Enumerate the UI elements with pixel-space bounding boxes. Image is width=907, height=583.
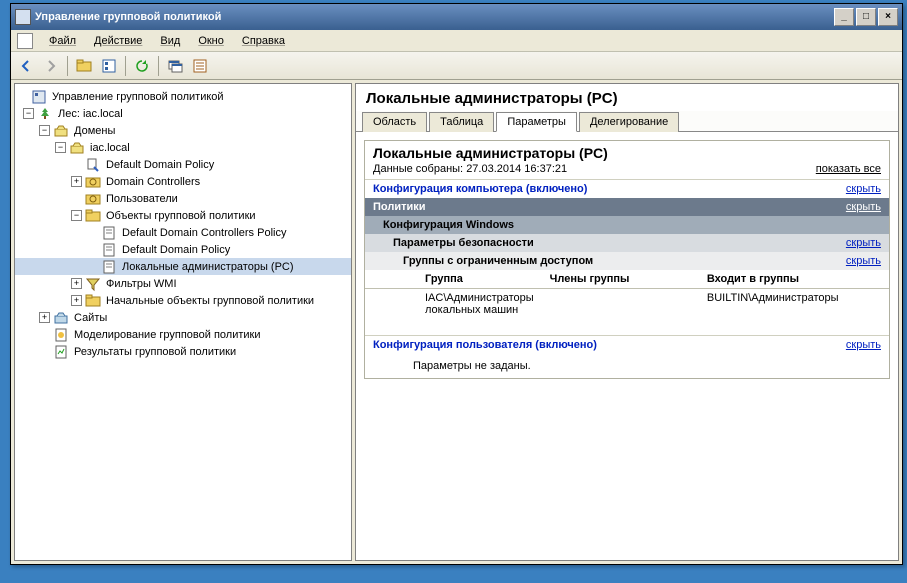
back-button[interactable] — [15, 55, 37, 77]
groups-table: Группа Члены группы Входит в группы IAC\… — [365, 270, 889, 319]
hide-link[interactable]: скрыть — [846, 237, 881, 249]
hide-link[interactable]: скрыть — [846, 183, 881, 195]
close-button[interactable]: × — [878, 8, 898, 26]
tree-ddcp[interactable]: Default Domain Controllers Policy — [15, 224, 351, 241]
main-window: Управление групповой политикой _ □ × Фай… — [10, 3, 903, 565]
hide-link[interactable]: скрыть — [846, 201, 881, 213]
no-params: Параметры не заданы. — [365, 354, 889, 378]
detail-body: Локальные администраторы (PC) Данные соб… — [356, 132, 898, 560]
show-all-link[interactable]: показать все — [816, 163, 881, 175]
expander-icon[interactable]: + — [71, 295, 82, 306]
tab-scope[interactable]: Область — [362, 112, 427, 132]
properties-button[interactable] — [98, 55, 120, 77]
table-row: IAC\Администраторы локальных машин BUILT… — [365, 289, 889, 320]
tree-domains[interactable]: − Домены — [15, 122, 351, 139]
collected-label: Данные собраны: 27.03.2014 16:37:21 — [373, 163, 567, 175]
window-button[interactable] — [164, 55, 186, 77]
properties-icon — [101, 58, 117, 74]
tree-gpo[interactable]: − Объекты групповой политики — [15, 207, 351, 224]
folder-icon — [85, 293, 101, 309]
tree-wmi[interactable]: + Фильтры WMI — [15, 275, 351, 292]
tree-domain[interactable]: − iac.local — [15, 139, 351, 156]
expander-icon[interactable]: − — [23, 108, 34, 119]
window-title: Управление групповой политикой — [35, 11, 834, 23]
tree-ddp2[interactable]: Default Domain Policy — [15, 241, 351, 258]
minimize-button[interactable]: _ — [834, 8, 854, 26]
col-members: Члены группы — [542, 270, 699, 289]
comp-config-band[interactable]: Конфигурация компьютера (включено) скрыт… — [365, 179, 889, 198]
expander-icon[interactable]: + — [71, 176, 82, 187]
gpo-icon — [101, 225, 117, 241]
toolbar — [11, 52, 902, 80]
folder-icon — [76, 58, 92, 74]
results-icon — [53, 344, 69, 360]
tree-results[interactable]: Результаты групповой политики — [15, 343, 351, 360]
ou-icon — [85, 191, 101, 207]
secparams-band[interactable]: Параметры безопасности скрыть — [365, 234, 889, 252]
gpmc-icon — [31, 89, 47, 105]
folder-button[interactable] — [73, 55, 95, 77]
detail-panel: Локальные администраторы (PC) Область Та… — [355, 83, 899, 561]
tree-starter[interactable]: + Начальные объекты групповой политики — [15, 292, 351, 309]
section-title: Локальные администраторы (PC) — [365, 141, 889, 163]
tree-panel[interactable]: Управление групповой политикой − Лес: ia… — [14, 83, 352, 561]
arrow-right-icon — [43, 58, 59, 74]
tab-table[interactable]: Таблица — [429, 112, 494, 132]
sites-icon — [53, 310, 69, 326]
expander-icon[interactable]: + — [71, 278, 82, 289]
tree-root[interactable]: Управление групповой политикой — [15, 88, 351, 105]
tab-params[interactable]: Параметры — [496, 112, 577, 132]
expander-icon[interactable]: − — [39, 125, 50, 136]
restricted-band[interactable]: Группы с ограниченным доступом скрыть — [365, 252, 889, 270]
forest-icon — [37, 106, 53, 122]
expander-icon[interactable]: + — [39, 312, 50, 323]
menu-action[interactable]: Действие — [86, 33, 150, 49]
menu-view[interactable]: Вид — [152, 33, 188, 49]
domain-icon — [69, 140, 85, 156]
tree-dc[interactable]: + Domain Controllers — [15, 173, 351, 190]
app-icon — [15, 9, 31, 25]
menu-window[interactable]: Окно — [190, 33, 232, 49]
expander-icon[interactable]: − — [71, 210, 82, 221]
refresh-button[interactable] — [131, 55, 153, 77]
col-memberof: Входит в группы — [699, 270, 889, 289]
gpo-icon — [101, 242, 117, 258]
forward-button[interactable] — [40, 55, 62, 77]
menu-file[interactable]: Файл — [41, 33, 84, 49]
tab-bar: Область Таблица Параметры Делегирование — [356, 111, 898, 132]
expander-icon[interactable]: − — [55, 142, 66, 153]
tree-modeling[interactable]: Моделирование групповой политики — [15, 326, 351, 343]
folder-open-icon — [85, 208, 101, 224]
tree-users[interactable]: Пользователи — [15, 190, 351, 207]
gpo-icon — [101, 259, 117, 275]
hide-link[interactable]: скрыть — [846, 255, 881, 267]
domains-icon — [53, 123, 69, 139]
gpo-link-icon — [85, 157, 101, 173]
user-config-band[interactable]: Конфигурация пользователя (включено) скр… — [365, 335, 889, 354]
mmc-icon — [17, 33, 33, 49]
arrow-left-icon — [18, 58, 34, 74]
hide-link[interactable]: скрыть — [846, 339, 881, 351]
modeling-icon — [53, 327, 69, 343]
tab-delegation[interactable]: Делегирование — [579, 112, 679, 132]
policies-band[interactable]: Политики скрыть — [365, 198, 889, 216]
window-icon — [167, 58, 183, 74]
restore-button[interactable]: □ — [856, 8, 876, 26]
ou-icon — [85, 174, 101, 190]
titlebar[interactable]: Управление групповой политикой _ □ × — [11, 4, 902, 30]
refresh-icon — [134, 58, 150, 74]
winconfig-band[interactable]: Конфигурация Windows — [365, 216, 889, 234]
tree-sites[interactable]: + Сайты — [15, 309, 351, 326]
tree-la[interactable]: Локальные администраторы (PC) — [15, 258, 351, 275]
detail-title: Локальные администраторы (PC) — [356, 84, 898, 111]
list-icon — [192, 58, 208, 74]
col-group: Группа — [365, 270, 542, 289]
list-button[interactable] — [189, 55, 211, 77]
tree-forest[interactable]: − Лес: iac.local — [15, 105, 351, 122]
tree-ddp[interactable]: Default Domain Policy — [15, 156, 351, 173]
menu-help[interactable]: Справка — [234, 33, 293, 49]
filter-icon — [85, 276, 101, 292]
menubar: Файл Действие Вид Окно Справка — [11, 30, 902, 52]
